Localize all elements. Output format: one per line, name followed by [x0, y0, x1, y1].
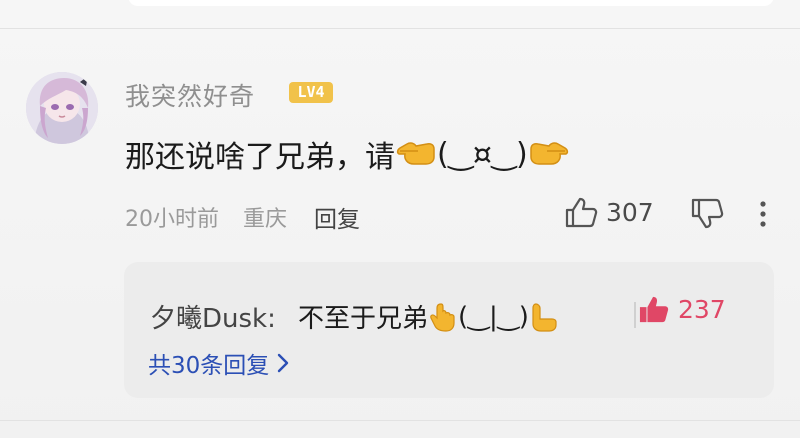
pointing-left-hand-icon	[396, 139, 436, 169]
reply-button[interactable]: 回复	[314, 200, 360, 234]
pointing-right-hand-icon	[529, 139, 569, 169]
comment-thread: 我突然好奇 LV4 那还说啥了兄弟，请 (‿¤‿) 20小时前 重庆 回复 30…	[0, 0, 800, 438]
reply-like-count: 237	[678, 294, 726, 324]
like-button[interactable]: 307	[564, 196, 654, 228]
thumbs-up-filled-icon	[639, 296, 669, 323]
divider	[0, 28, 800, 29]
like-count: 307	[606, 197, 654, 227]
level-badge: LV4	[289, 82, 333, 103]
reply-text-main: 不至于兄弟	[298, 304, 429, 334]
comment-location: 重庆	[243, 207, 288, 232]
dislike-button[interactable]	[690, 198, 724, 234]
more-vertical-icon	[760, 201, 766, 227]
reply-emoticon: (‿|‿)	[458, 301, 529, 332]
comment-time: 20小时前	[125, 207, 219, 232]
previous-comment-card	[128, 0, 774, 6]
avatar[interactable]	[26, 72, 98, 144]
reply-like-button[interactable]: 237	[638, 294, 726, 324]
avatar-image	[26, 72, 98, 144]
comment-username[interactable]: 我突然好奇	[125, 77, 255, 113]
pointing-side-hand-icon	[530, 302, 558, 332]
view-all-replies-link[interactable]: 共30条回复	[148, 346, 289, 380]
pointing-up-hand-icon	[429, 302, 457, 332]
view-all-replies-label: 共30条回复	[148, 353, 270, 379]
comment-emoticon: (‿¤‿)	[437, 136, 528, 172]
more-options-button[interactable]	[758, 200, 768, 232]
divider	[634, 302, 636, 328]
comment-text: 那还说啥了兄弟，请 (‿¤‿)	[125, 132, 570, 176]
thumbs-down-icon	[691, 198, 724, 229]
reply-preview-box[interactable]: 夕曦Dusk: 不至于兄弟 (‿|‿) 237 共30条回复	[124, 262, 774, 398]
chevron-right-icon	[278, 353, 289, 373]
reply-text: 不至于兄弟 (‿|‿)	[298, 298, 559, 335]
comment-text-main: 那还说啥了兄弟，请	[125, 140, 395, 175]
reply-username[interactable]: 夕曦Dusk:	[150, 298, 276, 335]
divider	[0, 420, 800, 421]
thumbs-up-icon	[565, 197, 598, 228]
